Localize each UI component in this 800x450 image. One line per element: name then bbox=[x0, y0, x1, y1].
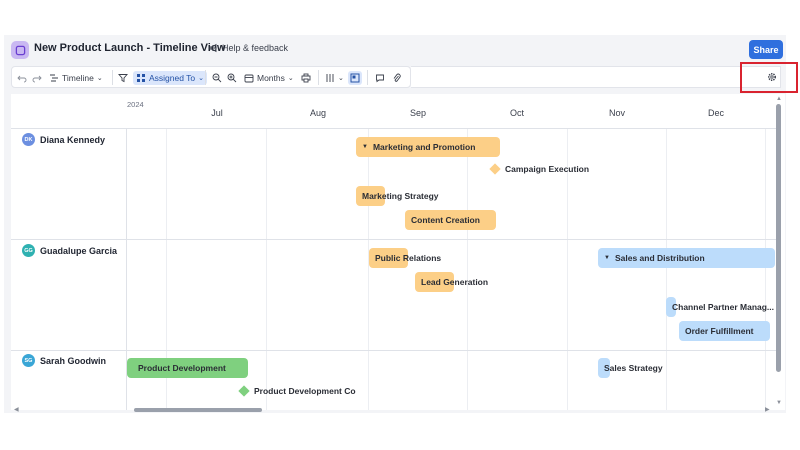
share-button[interactable]: Share bbox=[749, 40, 783, 59]
chevron-down-icon: ⌄ bbox=[198, 75, 205, 82]
row-divider bbox=[11, 239, 777, 240]
grid-line bbox=[765, 128, 766, 410]
avatar: DK bbox=[22, 133, 35, 146]
task-bar-group[interactable]: ▼ Sales and Distribution bbox=[598, 248, 775, 268]
redo-icon[interactable] bbox=[32, 71, 42, 85]
board-icon[interactable] bbox=[11, 41, 29, 59]
zoom-out-icon[interactable] bbox=[212, 71, 222, 85]
scroll-down-arrow[interactable]: ▼ bbox=[776, 400, 782, 406]
assignee-name: Guadalupe Garcia bbox=[40, 245, 118, 256]
toolbar-divider bbox=[112, 70, 113, 85]
task-bar[interactable]: Product Development bbox=[127, 358, 248, 378]
calendar-icon bbox=[244, 74, 254, 83]
grid-line bbox=[666, 128, 667, 410]
scroll-left-arrow[interactable]: ◀ bbox=[14, 406, 19, 413]
horizontal-scrollbar[interactable] bbox=[134, 408, 262, 412]
month-label: Sep bbox=[409, 108, 427, 118]
avatar: SG bbox=[22, 354, 35, 367]
milestone[interactable]: Campaign Execution bbox=[489, 163, 590, 175]
task-bar[interactable]: Marketing Strategy bbox=[356, 186, 439, 206]
task-label: Order Fulfillment bbox=[685, 326, 754, 336]
milestone-label: Product Development Co bbox=[254, 386, 356, 396]
help-feedback-label: Help & feedback bbox=[222, 43, 289, 53]
print-icon[interactable] bbox=[301, 71, 311, 85]
task-label: Channel Partner Manag... bbox=[672, 302, 775, 312]
group-icon bbox=[137, 74, 145, 82]
milestone[interactable]: Product Development Co bbox=[238, 385, 356, 397]
milestone-label: Campaign Execution bbox=[505, 164, 590, 174]
assignee-row-header: GG Guadalupe Garcia bbox=[22, 244, 117, 257]
view-selector[interactable]: Timeline ⌄ bbox=[49, 71, 103, 85]
task-label: Public Relations bbox=[375, 253, 442, 263]
group-by-selector[interactable]: Assigned To ⌄ bbox=[133, 71, 208, 85]
caret-down-icon[interactable]: ▼ bbox=[362, 144, 368, 150]
diamond-icon bbox=[238, 385, 250, 397]
view-label: Timeline bbox=[62, 73, 94, 83]
toolbar-divider bbox=[205, 70, 206, 85]
month-label: Dec bbox=[707, 108, 725, 118]
assignee-row-header: DK Diana Kennedy bbox=[22, 133, 105, 146]
megaphone-icon bbox=[209, 43, 217, 53]
avatar: GG bbox=[22, 244, 35, 257]
month-label: Jul bbox=[211, 108, 223, 118]
grid-line bbox=[467, 128, 468, 410]
month-label: Nov bbox=[608, 108, 626, 118]
grid-line bbox=[266, 128, 267, 410]
toolbar-extension bbox=[411, 66, 781, 88]
attachment-icon[interactable] bbox=[392, 71, 402, 85]
task-label: Sales and Distribution bbox=[614, 253, 705, 263]
task-bar-group[interactable]: ▼ Marketing and Promotion bbox=[356, 137, 500, 157]
task-label: Sales Strategy bbox=[604, 363, 663, 373]
page-title: New Product Launch - Timeline View bbox=[34, 42, 226, 54]
toolbar-divider bbox=[367, 70, 368, 85]
scroll-right-arrow[interactable]: ▶ bbox=[765, 406, 770, 413]
zoom-in-icon[interactable] bbox=[227, 71, 237, 85]
chevron-down-icon: ⌄ bbox=[287, 75, 294, 82]
column-width-selector[interactable]: ⌄ bbox=[325, 71, 344, 85]
task-bar[interactable]: Order Fulfillment bbox=[679, 321, 770, 341]
task-label: Lead Generation bbox=[421, 277, 489, 287]
layout-toggle-icon[interactable] bbox=[348, 71, 362, 85]
task-label: Content Creation bbox=[411, 215, 480, 225]
diamond-icon bbox=[489, 163, 501, 175]
scroll-up-arrow[interactable]: ▲ bbox=[776, 96, 782, 102]
toolbar-divider bbox=[318, 70, 319, 85]
task-bar[interactable]: Lead Generation bbox=[415, 272, 488, 292]
assignee-name: Sarah Goodwin bbox=[40, 355, 107, 366]
group-by-label: Assigned To bbox=[149, 73, 196, 83]
columns-icon bbox=[326, 74, 334, 82]
chevron-down-icon: ⌄ bbox=[96, 75, 103, 82]
row-divider bbox=[11, 128, 777, 129]
timeline-icon bbox=[50, 74, 58, 82]
task-label: Marketing and Promotion bbox=[372, 142, 476, 152]
task-label: Marketing Strategy bbox=[362, 191, 439, 201]
vertical-scrollbar[interactable] bbox=[776, 104, 781, 372]
task-bar[interactable]: Public Relations bbox=[369, 248, 441, 268]
assignee-row-header: SG Sarah Goodwin bbox=[22, 354, 106, 367]
chevron-down-icon: ⌄ bbox=[338, 75, 344, 82]
task-bar[interactable]: Channel Partner Manag... bbox=[666, 297, 774, 317]
time-scale-label: Months bbox=[257, 73, 285, 83]
grid-line bbox=[368, 128, 369, 410]
month-label: Aug bbox=[309, 108, 327, 118]
task-label: Product Development bbox=[138, 363, 226, 373]
task-bar[interactable]: Content Creation bbox=[405, 210, 496, 230]
gear-icon[interactable] bbox=[767, 72, 777, 82]
comment-icon[interactable] bbox=[375, 71, 385, 85]
caret-down-icon[interactable]: ▼ bbox=[604, 255, 610, 261]
undo-icon[interactable] bbox=[17, 71, 27, 85]
help-feedback-link[interactable]: Help & feedback bbox=[209, 43, 288, 53]
task-bar[interactable]: Sales Strategy bbox=[598, 358, 663, 378]
row-divider bbox=[11, 350, 777, 351]
time-scale-selector[interactable]: Months ⌄ bbox=[244, 71, 294, 85]
assignee-name: Diana Kennedy bbox=[40, 134, 106, 145]
month-label: Oct bbox=[509, 108, 525, 118]
filter-icon[interactable] bbox=[118, 71, 128, 85]
year-label: 2024 bbox=[127, 100, 144, 109]
